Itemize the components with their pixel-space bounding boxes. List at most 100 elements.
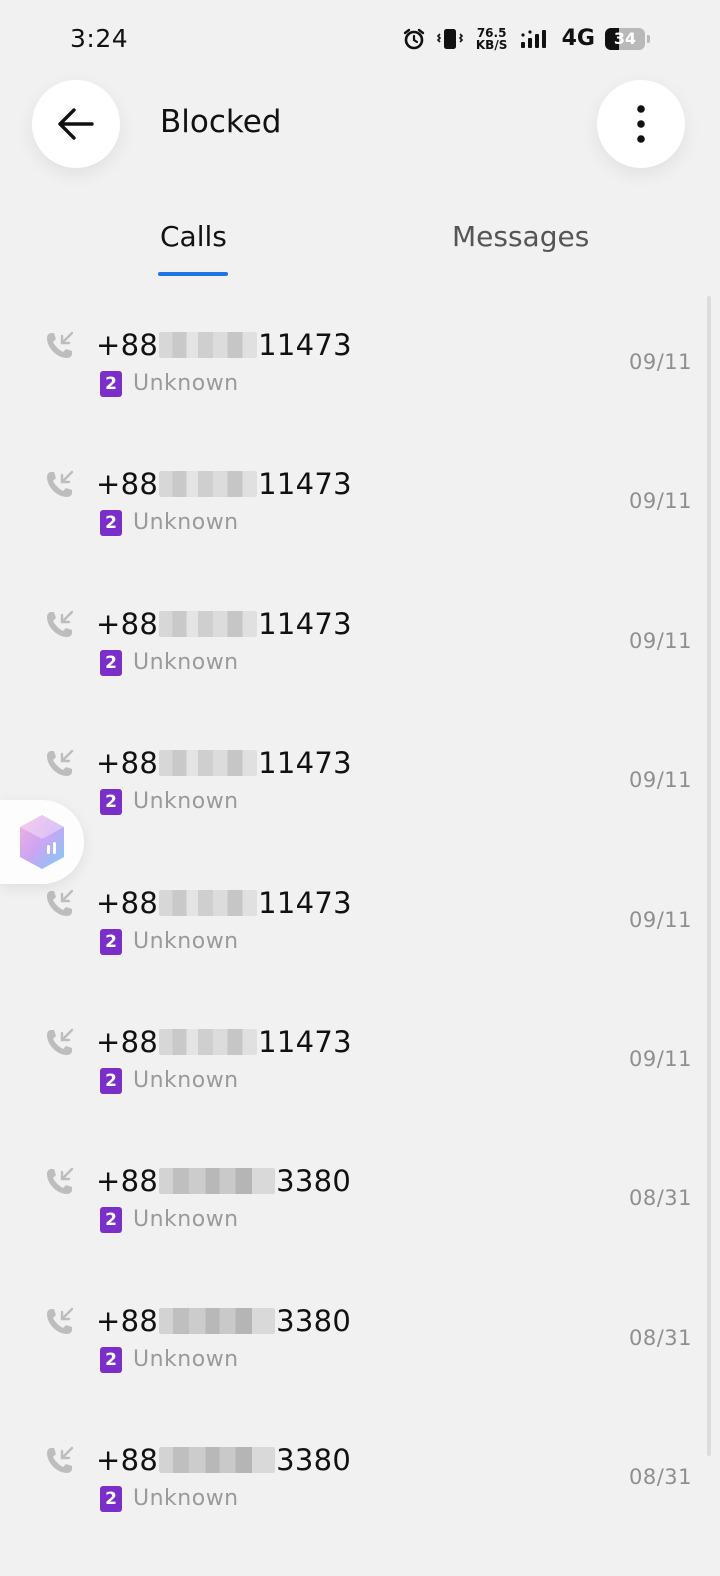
call-row[interactable]: +88 11473 2 Unknown 09/11 bbox=[0, 300, 720, 439]
tab-calls[interactable]: Calls bbox=[160, 220, 227, 253]
masked-digits bbox=[159, 332, 258, 358]
number-prefix: +88 bbox=[96, 1024, 159, 1059]
masked-digits bbox=[159, 750, 258, 777]
sim-badge: 2 bbox=[100, 371, 122, 397]
sim-badge: 2 bbox=[100, 928, 122, 955]
phone-number: +88 3380 bbox=[96, 1304, 351, 1338]
battery-tip bbox=[647, 34, 650, 43]
floating-assistant-button[interactable] bbox=[0, 800, 84, 884]
call-row[interactable]: +88 11473 2 Unknown 09/11 bbox=[0, 718, 720, 857]
battery-level: 34 bbox=[613, 28, 637, 48]
battery-icon: 34 bbox=[605, 27, 645, 50]
caller-label: Unknown bbox=[133, 1067, 239, 1093]
back-button[interactable] bbox=[32, 80, 120, 168]
call-date: 08/31 bbox=[628, 1325, 692, 1350]
number-suffix: 11473 bbox=[258, 746, 352, 781]
status-time: 3:24 bbox=[70, 24, 129, 53]
caller-label: Unknown bbox=[133, 1207, 239, 1233]
call-row[interactable]: +88 3380 2 Unknown 08/31 bbox=[0, 1136, 720, 1275]
masked-digits bbox=[159, 1028, 258, 1055]
number-suffix: 3380 bbox=[276, 1303, 352, 1338]
masked-digits bbox=[159, 1307, 276, 1334]
call-date: 09/11 bbox=[628, 350, 692, 374]
number-suffix: 11473 bbox=[258, 467, 352, 502]
number-suffix: 3380 bbox=[276, 1164, 352, 1199]
number-prefix: +88 bbox=[96, 606, 159, 641]
blocked-call-icon bbox=[47, 331, 74, 358]
number-suffix: 11473 bbox=[258, 1024, 352, 1059]
blocked-call-icon bbox=[47, 610, 74, 637]
sim-badge: 2 bbox=[100, 1346, 122, 1373]
masked-digits bbox=[159, 610, 258, 637]
more-options-button[interactable] bbox=[597, 80, 685, 168]
tab-messages[interactable]: Messages bbox=[452, 220, 589, 253]
sim-badge: 2 bbox=[100, 789, 122, 816]
more-vertical-icon bbox=[637, 105, 645, 143]
blocked-call-icon bbox=[47, 749, 74, 777]
status-bar: 3:24 76.5 KB/S 4G 34 bbox=[0, 0, 720, 80]
alarm-icon bbox=[403, 28, 424, 49]
phone-number: +88 11473 bbox=[96, 746, 352, 780]
caller-label: Unknown bbox=[133, 928, 239, 954]
network-speed: 76.5 KB/S bbox=[474, 27, 510, 51]
call-date: 09/11 bbox=[628, 768, 692, 793]
sim-badge: 2 bbox=[100, 510, 122, 537]
masked-digits bbox=[159, 889, 258, 916]
caller-label: Unknown bbox=[133, 1486, 239, 1512]
blocked-call-icon bbox=[47, 1446, 74, 1474]
number-prefix: +88 bbox=[96, 885, 159, 920]
call-row[interactable]: +88 3380 2 Unknown 08/31 bbox=[0, 1415, 720, 1554]
signal-icon bbox=[520, 29, 546, 48]
page-title: Blocked bbox=[160, 104, 282, 140]
call-date: 08/31 bbox=[628, 1186, 692, 1211]
network-speed-value: 76.5 bbox=[476, 25, 507, 40]
number-suffix: 11473 bbox=[258, 606, 352, 641]
call-date: 09/11 bbox=[628, 489, 692, 514]
blocked-calls-list: +88 11473 2 Unknown 09/11 +88 11473 2 Unkn… bbox=[0, 300, 720, 1555]
caller-label: Unknown bbox=[133, 510, 239, 536]
blocked-call-icon bbox=[47, 1168, 74, 1195]
call-date: 09/11 bbox=[628, 628, 692, 653]
call-row[interactable]: +88 3380 2 Unknown 08/31 bbox=[0, 1276, 720, 1415]
number-suffix: 11473 bbox=[258, 885, 352, 920]
masked-digits bbox=[159, 1447, 276, 1474]
call-date: 08/31 bbox=[628, 1465, 692, 1490]
sim-badge: 2 bbox=[100, 1067, 122, 1094]
number-prefix: +88 bbox=[96, 1303, 159, 1338]
tab-indicator bbox=[158, 272, 228, 276]
call-row[interactable]: +88 11473 2 Unknown 09/11 bbox=[0, 997, 720, 1136]
number-prefix: +88 bbox=[96, 746, 159, 781]
caller-label: Unknown bbox=[133, 371, 239, 396]
masked-digits bbox=[159, 471, 258, 498]
blocked-call-icon bbox=[47, 471, 74, 498]
phone-number: +88 3380 bbox=[96, 1443, 351, 1477]
status-icons: 76.5 KB/S 4G 34 bbox=[402, 26, 650, 51]
sim-badge: 2 bbox=[100, 1207, 122, 1234]
sim-badge: 2 bbox=[100, 649, 122, 676]
number-prefix: +88 bbox=[96, 1164, 159, 1199]
vibrate-icon bbox=[436, 28, 463, 49]
caller-label: Unknown bbox=[133, 1346, 239, 1372]
call-row[interactable]: +88 11473 2 Unknown 09/11 bbox=[0, 579, 720, 718]
number-suffix: 11473 bbox=[258, 328, 352, 362]
network-speed-unit: KB/S bbox=[475, 37, 508, 52]
number-prefix: +88 bbox=[96, 328, 159, 362]
number-prefix: +88 bbox=[96, 1443, 159, 1478]
caller-label: Unknown bbox=[133, 649, 239, 675]
caller-label: Unknown bbox=[133, 789, 239, 815]
blocked-call-icon bbox=[47, 889, 74, 916]
masked-digits bbox=[159, 1168, 276, 1195]
phone-number: +88 11473 bbox=[96, 328, 352, 362]
blocked-call-icon bbox=[47, 1307, 74, 1334]
arrow-left-icon bbox=[58, 108, 94, 140]
call-row[interactable]: +88 11473 2 Unknown 09/11 bbox=[0, 439, 720, 578]
assistant-cube-icon bbox=[20, 815, 64, 869]
number-suffix: 3380 bbox=[276, 1443, 352, 1478]
number-prefix: +88 bbox=[96, 467, 159, 502]
phone-number: +88 3380 bbox=[96, 1164, 351, 1198]
call-row[interactable]: +88 11473 2 Unknown 09/11 bbox=[0, 858, 720, 997]
call-date: 09/11 bbox=[628, 1046, 692, 1071]
blocked-call-icon bbox=[47, 1028, 74, 1055]
phone-number: +88 11473 bbox=[96, 1025, 352, 1059]
call-date: 09/11 bbox=[628, 907, 692, 932]
